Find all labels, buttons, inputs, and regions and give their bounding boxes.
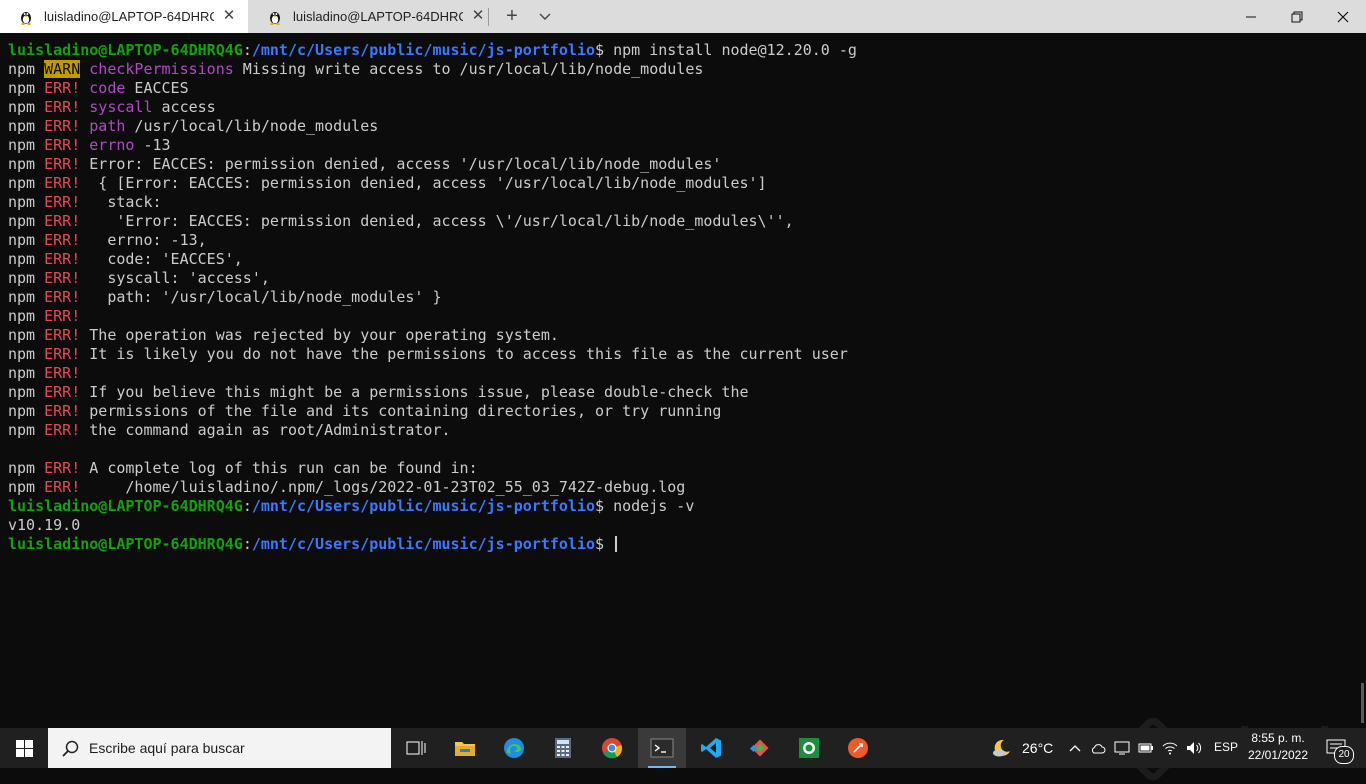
tab-title: luisladino@LAPTOP-64DHRC (293, 9, 463, 24)
postman-button[interactable] (834, 728, 882, 768)
chrome-button[interactable] (588, 728, 636, 768)
tab-close-icon[interactable]: ✕ (220, 7, 238, 25)
edge-icon (504, 738, 524, 758)
minimize-icon (1246, 16, 1256, 17)
wifi-icon[interactable] (1162, 740, 1178, 756)
calculator-icon (555, 738, 571, 758)
language-indicator[interactable]: ESP (1214, 740, 1238, 754)
linux-tux-icon (270, 11, 280, 25)
taskbar: Escribe aquí para buscar 26°C ESP 8:55 p… (0, 728, 1366, 768)
restore-button[interactable] (1274, 0, 1320, 33)
terminal-icon (650, 738, 674, 758)
scrollbar-thumb[interactable] (1361, 683, 1364, 723)
command-line: npm install node@12.20.0 -g (613, 41, 857, 59)
git-kraken-button[interactable] (736, 728, 784, 768)
tab-1[interactable]: luisladino@LAPTOP-64DHRC ✕ (0, 0, 248, 33)
terminal-button[interactable] (638, 728, 686, 768)
volume-icon[interactable] (1186, 740, 1202, 756)
notification-count-badge: 20 (1334, 746, 1354, 764)
evernote-button[interactable] (785, 728, 833, 768)
task-view-button[interactable] (392, 728, 440, 768)
notification-center-button[interactable]: 20 (1318, 728, 1366, 768)
terminal-pane[interactable]: luisladino@LAPTOP-64DHRQ4G:/mnt/c/Users/… (0, 33, 1366, 784)
task-view-icon (406, 741, 426, 755)
err-tag: ERR! (44, 79, 81, 97)
tab-divider (488, 8, 489, 26)
search-placeholder: Escribe aquí para buscar (89, 740, 245, 756)
terminal-output: luisladino@LAPTOP-64DHRQ4G:/mnt/c/Users/… (8, 41, 857, 553)
battery-icon[interactable] (1138, 740, 1154, 756)
chrome-icon (602, 738, 623, 759)
new-tab-icon[interactable]: + (502, 6, 522, 26)
text-cursor (615, 536, 618, 552)
edge-button[interactable] (490, 728, 538, 768)
minimize-button[interactable] (1228, 0, 1274, 33)
folder-icon (455, 742, 475, 756)
vscode-icon (701, 738, 721, 758)
file-explorer-button[interactable] (441, 728, 489, 768)
chevron-up-icon[interactable] (1067, 740, 1083, 756)
chevron-down-icon[interactable] (538, 9, 552, 23)
close-window-button[interactable] (1320, 0, 1366, 33)
prompt-path: /mnt/c/Users/public/music/js-portfolio (251, 41, 596, 59)
linux-tux-icon (21, 11, 31, 25)
tab-2[interactable]: luisladino@LAPTOP-64DHRC ✕ (249, 0, 497, 33)
git-kraken-icon (749, 739, 769, 757)
clock[interactable]: 8:55 p. m. 22/01/2022 (1244, 730, 1312, 766)
clock-time: 8:55 p. m. (1251, 731, 1305, 745)
windows-logo-icon (15, 739, 33, 757)
calculator-button[interactable] (539, 728, 587, 768)
prompt-user: luisladino@LAPTOP-64DHRQ4G (8, 41, 243, 59)
close-icon (1337, 11, 1349, 22)
display-icon[interactable] (1114, 740, 1130, 756)
clock-date: 22/01/2022 (1247, 748, 1309, 762)
search-box[interactable]: Escribe aquí para buscar (48, 728, 391, 768)
tab-close-icon[interactable]: ✕ (469, 7, 487, 25)
weather-temperature[interactable]: 26°C (1022, 740, 1053, 756)
title-bar: luisladino@LAPTOP-64DHRC ✕ luisladino@LA… (0, 0, 1366, 33)
weather-moon-icon[interactable] (990, 738, 1012, 758)
tab-title: luisladino@LAPTOP-64DHRC (44, 9, 214, 24)
warn-tag: WARN (44, 60, 81, 78)
cloud-sync-icon[interactable] (1090, 740, 1106, 756)
vscode-button[interactable] (687, 728, 735, 768)
evernote-icon (799, 738, 819, 758)
restore-icon (1291, 11, 1303, 22)
search-icon (62, 740, 79, 757)
postman-icon (848, 738, 868, 758)
version-output: v10.19.0 (8, 516, 81, 534)
start-button[interactable] (0, 728, 48, 768)
